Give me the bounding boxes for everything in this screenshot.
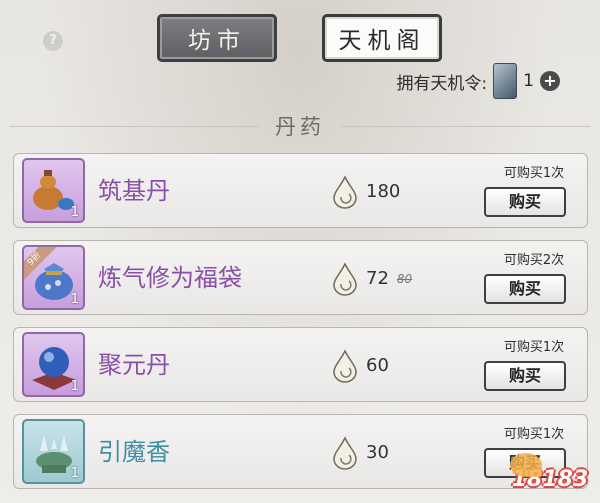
item-name: 引魔香: [98, 438, 170, 466]
purchase-limit: 可购买1次: [503, 427, 565, 442]
item-price: 72 80: [332, 241, 412, 316]
spirit-stone-icon: [333, 174, 357, 209]
shop-item: 9折 1 炼气修为福袋 72 80 可购买2次 购买: [13, 240, 588, 315]
spirit-stone-icon: [333, 348, 357, 383]
item-name: 筑基丹: [98, 177, 170, 205]
token-balance: 拥有天机令: 1 +: [396, 63, 560, 99]
price-value: 72: [366, 268, 389, 289]
tab-tianji-pavilion[interactable]: 天机阁: [322, 14, 442, 62]
buy-button[interactable]: 购买: [484, 361, 566, 391]
item-thumbnail[interactable]: 1: [22, 158, 85, 223]
spirit-stone-icon: [333, 435, 357, 470]
tab-market[interactable]: 坊市: [157, 14, 277, 62]
section-title: 丹药: [275, 115, 325, 139]
watermark-swirl-icon: [510, 453, 542, 477]
item-quantity: 1: [70, 292, 79, 307]
add-token-icon[interactable]: +: [540, 71, 560, 91]
purchase-limit: 可购买1次: [503, 166, 565, 181]
item-quantity: 1: [70, 466, 79, 481]
item-thumbnail[interactable]: 1: [22, 419, 85, 484]
original-price: 80: [396, 271, 413, 286]
token-label: 拥有天机令:: [396, 73, 488, 94]
help-icon[interactable]: ?: [43, 31, 63, 51]
spirit-stone-icon: [333, 261, 357, 296]
watermark-logo: 18183: [506, 453, 594, 499]
item-price: 30: [332, 415, 389, 490]
divider-left: [10, 126, 260, 127]
tianji-token-icon: [493, 63, 518, 99]
divider-right: [340, 126, 590, 127]
shop-item: 1 引魔香 30 可购买1次 购买: [13, 414, 588, 489]
item-name: 炼气修为福袋: [98, 264, 242, 292]
buy-button[interactable]: 购买: [484, 274, 566, 304]
item-price: 60: [332, 328, 389, 403]
shop-item: 1 聚元丹 60 可购买1次 购买: [13, 327, 588, 402]
token-count: 1: [523, 71, 534, 91]
buy-button[interactable]: 购买: [484, 187, 566, 217]
item-quantity: 1: [70, 205, 79, 220]
purchase-limit: 可购买1次: [503, 340, 565, 355]
purchase-limit: 可购买2次: [503, 253, 565, 268]
item-name: 聚元丹: [98, 351, 170, 379]
item-thumbnail[interactable]: 1: [22, 332, 85, 397]
price-value: 30: [366, 442, 389, 463]
price-value: 180: [366, 181, 401, 202]
item-quantity: 1: [70, 379, 79, 394]
price-value: 60: [366, 355, 389, 376]
item-price: 180: [332, 154, 400, 229]
shop-item: 1 筑基丹 180 可购买1次 购买: [13, 153, 588, 228]
item-thumbnail[interactable]: 9折 1: [22, 245, 85, 310]
